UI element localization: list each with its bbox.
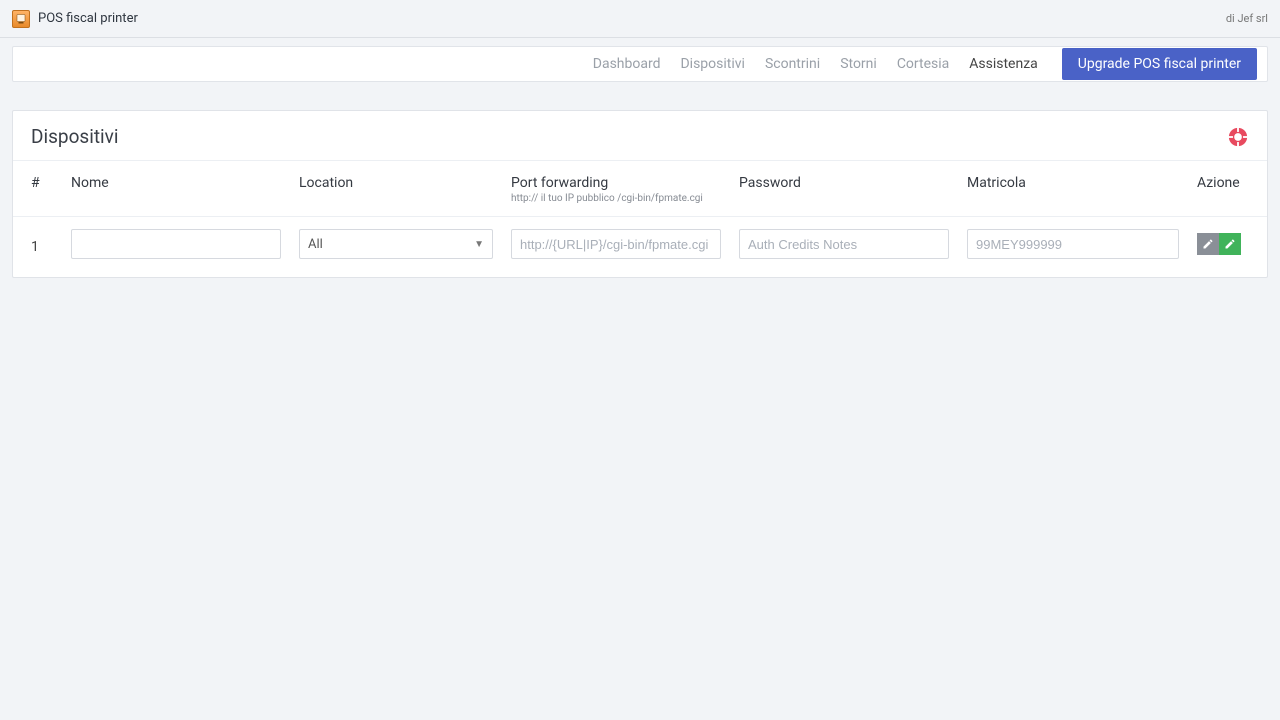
app-title: POS fiscal printer xyxy=(38,11,138,26)
upgrade-button[interactable]: Upgrade POS fiscal printer xyxy=(1062,48,1257,80)
app-icon xyxy=(12,10,30,28)
table-header: # Nome Location Port forwarding http:// … xyxy=(13,161,1267,217)
nav-assistenza[interactable]: Assistenza xyxy=(961,56,1046,72)
panel-title: Dispositivi xyxy=(31,125,119,148)
nav-dashboard[interactable]: Dashboard xyxy=(585,56,669,72)
col-portforwarding-sub: http:// il tuo IP pubblico /cgi-bin/fpma… xyxy=(511,193,739,204)
col-password: Password xyxy=(739,175,967,191)
nav-dispositivi[interactable]: Dispositivi xyxy=(672,56,752,72)
help-lifering-icon[interactable] xyxy=(1227,126,1249,148)
portforwarding-input[interactable] xyxy=(511,229,721,259)
pencil-icon xyxy=(1202,238,1214,250)
location-select[interactable]: All ▼ xyxy=(299,229,493,259)
matricola-input[interactable] xyxy=(967,229,1179,259)
confirm-button[interactable] xyxy=(1219,233,1241,255)
devices-table: # Nome Location Port forwarding http:// … xyxy=(13,161,1267,277)
col-matricola: Matricola xyxy=(967,175,1197,191)
col-azione: Azione xyxy=(1197,175,1269,191)
col-index: # xyxy=(31,175,71,191)
nav-storni[interactable]: Storni xyxy=(832,56,885,72)
nav-cortesia[interactable]: Cortesia xyxy=(889,56,957,72)
edit-button[interactable] xyxy=(1197,233,1219,255)
app-topbar: POS fiscal printer di Jef srl xyxy=(0,0,1280,38)
password-input[interactable] xyxy=(739,229,949,259)
app-byline: di Jef srl xyxy=(1226,12,1268,25)
devices-panel: Dispositivi # Nome Location Port forward… xyxy=(12,110,1268,278)
row-index: 1 xyxy=(31,233,71,255)
nav-scontrini[interactable]: Scontrini xyxy=(757,56,828,72)
col-location: Location xyxy=(299,175,511,191)
pencil-icon xyxy=(1224,238,1236,250)
table-row: 1 All ▼ xyxy=(13,217,1267,277)
location-select-value: All xyxy=(308,237,323,252)
col-portforwarding: Port forwarding xyxy=(511,175,739,191)
row-actions xyxy=(1197,233,1269,255)
main-navbar: Dashboard Dispositivi Scontrini Storni C… xyxy=(12,46,1268,82)
chevron-down-icon: ▼ xyxy=(474,239,484,250)
nome-input[interactable] xyxy=(71,229,281,259)
col-nome: Nome xyxy=(71,175,299,191)
